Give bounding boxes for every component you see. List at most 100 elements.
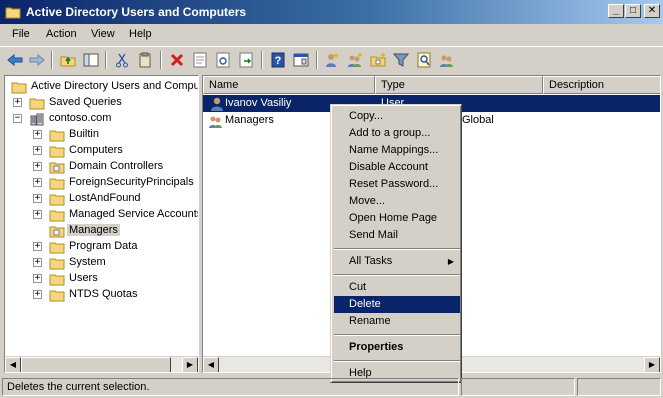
menu-bar: File Action View Help <box>0 24 663 45</box>
expand-icon[interactable]: + <box>33 178 42 187</box>
title-bar[interactable]: Active Directory Users and Computers _ □… <box>0 0 663 24</box>
tree-item-managers[interactable]: Managers <box>7 223 197 239</box>
expand-icon[interactable]: + <box>33 162 42 171</box>
scroll-left-button[interactable]: ◀ <box>203 357 219 372</box>
menu-item-rename[interactable]: Rename <box>334 313 460 330</box>
tree-item-managed-service-accounts[interactable]: + Managed Service Accounts <box>7 207 198 223</box>
status-panel-3 <box>577 378 661 396</box>
menu-item-send-mail[interactable]: Send Mail <box>334 227 460 244</box>
menu-separator <box>334 274 460 276</box>
expand-icon[interactable]: + <box>13 98 22 107</box>
menu-item-copy[interactable]: Copy... <box>334 108 460 125</box>
menu-item-delete[interactable]: Delete <box>334 296 460 313</box>
scroll-right-button[interactable]: ▶ <box>644 357 660 372</box>
status-bar: Deletes the current selection. <box>0 376 663 398</box>
menu-item-properties[interactable]: Properties <box>334 339 460 356</box>
snapin-icon <box>11 82 27 94</box>
menu-view[interactable]: View <box>91 28 115 40</box>
folder-icon <box>49 194 65 206</box>
tree-item-lostandfound[interactable]: + LostAndFound <box>7 191 197 207</box>
toolbar: ? <box>0 46 663 73</box>
properties-icon[interactable] <box>190 50 210 70</box>
status-panel-2 <box>461 378 575 396</box>
tree-item-computers[interactable]: + Computers <box>7 143 197 159</box>
menu-action[interactable]: Action <box>46 28 77 40</box>
menu-item-cut[interactable]: Cut <box>334 279 460 296</box>
scroll-right-button[interactable]: ▶ <box>182 357 198 372</box>
menu-item-label: All Tasks <box>349 255 393 267</box>
back-icon[interactable] <box>5 50 25 70</box>
help-icon[interactable]: ? <box>268 50 288 70</box>
tree-item-ntds-quotas[interactable]: + NTDS Quotas <box>7 287 197 303</box>
tree-item-domain[interactable]: − contoso.com <box>7 111 197 127</box>
cell-type: Global <box>462 114 494 126</box>
show-hide-tree-icon[interactable] <box>81 50 101 70</box>
filter-icon[interactable] <box>391 50 411 70</box>
console-icon[interactable] <box>291 50 311 70</box>
app-window: Active Directory Users and Computers _ □… <box>0 0 663 398</box>
folder-app-icon <box>5 7 21 19</box>
menu-item-move[interactable]: Move... <box>334 193 460 210</box>
column-header-type[interactable]: Type <box>375 76 543 94</box>
tree-item-label: Builtin <box>69 128 99 140</box>
tree-root[interactable]: Active Directory Users and Comput <box>7 79 199 95</box>
expand-icon[interactable]: + <box>33 194 42 203</box>
tree-item-system[interactable]: + System <box>7 255 197 271</box>
ou-icon <box>49 162 65 174</box>
expand-icon[interactable]: + <box>33 274 42 283</box>
scroll-left-button[interactable]: ◀ <box>5 357 21 372</box>
scroll-thumb[interactable] <box>21 357 171 372</box>
refresh-icon[interactable] <box>213 50 233 70</box>
menu-item-add-to-group[interactable]: Add to a group... <box>334 125 460 142</box>
cut-icon[interactable] <box>112 50 132 70</box>
up-level-icon[interactable] <box>58 50 78 70</box>
delete-icon[interactable] <box>167 50 187 70</box>
status-text: Deletes the current selection. <box>2 378 459 396</box>
cell-name: Ivanov Vasiliy <box>225 97 292 109</box>
console-tree[interactable]: Active Directory Users and Comput + Save… <box>4 75 199 373</box>
expand-icon[interactable]: + <box>33 258 42 267</box>
tree-item-users[interactable]: + Users <box>7 271 197 287</box>
tree-item-foreignsecurityprincipals[interactable]: + ForeignSecurityPrincipals <box>7 175 197 191</box>
menu-item-open-home-page[interactable]: Open Home Page <box>334 210 460 227</box>
menu-item-all-tasks[interactable]: All Tasks ▶ <box>334 253 460 270</box>
tree-item-label: Computers <box>69 144 123 156</box>
forward-icon[interactable] <box>27 50 47 70</box>
expand-icon[interactable]: + <box>33 290 42 299</box>
tree-item-saved-queries[interactable]: + Saved Queries <box>7 95 197 111</box>
tree-item-label: System <box>69 256 106 268</box>
expand-icon[interactable]: + <box>33 130 42 139</box>
tree-root-label: Active Directory Users and Comput <box>31 80 199 92</box>
tree-item-label: Domain Controllers <box>69 160 164 172</box>
close-button[interactable]: ✕ <box>644 4 660 18</box>
find-icon[interactable] <box>414 50 434 70</box>
add-to-group-icon[interactable] <box>437 50 457 70</box>
menu-item-disable-account[interactable]: Disable Account <box>334 159 460 176</box>
copy-icon[interactable] <box>135 50 155 70</box>
folder-icon <box>49 210 65 222</box>
expand-icon[interactable]: + <box>33 146 42 155</box>
minimize-button[interactable]: _ <box>608 4 624 18</box>
tree-item-program-data[interactable]: + Program Data <box>7 239 197 255</box>
column-header-name[interactable]: Name <box>203 76 375 94</box>
new-user-icon[interactable] <box>322 50 342 70</box>
menu-separator <box>334 248 460 250</box>
tree-item-label: NTDS Quotas <box>69 288 138 300</box>
menu-file[interactable]: File <box>12 28 30 40</box>
expand-icon[interactable]: + <box>33 210 42 219</box>
export-list-icon[interactable] <box>236 50 256 70</box>
maximize-button[interactable]: □ <box>625 4 641 18</box>
collapse-icon[interactable]: − <box>13 114 22 123</box>
new-ou-icon[interactable] <box>368 50 388 70</box>
folder-icon <box>29 98 45 110</box>
cell-name: Managers <box>225 114 274 126</box>
menu-item-name-mappings[interactable]: Name Mappings... <box>334 142 460 159</box>
tree-item-builtin[interactable]: + Builtin <box>7 127 197 143</box>
menu-item-reset-password[interactable]: Reset Password... <box>334 176 460 193</box>
new-group-icon[interactable] <box>345 50 365 70</box>
menu-help[interactable]: Help <box>129 28 152 40</box>
column-header-description[interactable]: Description <box>543 76 660 94</box>
tree-horizontal-scrollbar[interactable]: ◀ ▶ <box>5 356 198 372</box>
expand-icon[interactable]: + <box>33 242 42 251</box>
tree-item-domain-controllers[interactable]: + Domain Controllers <box>7 159 197 175</box>
